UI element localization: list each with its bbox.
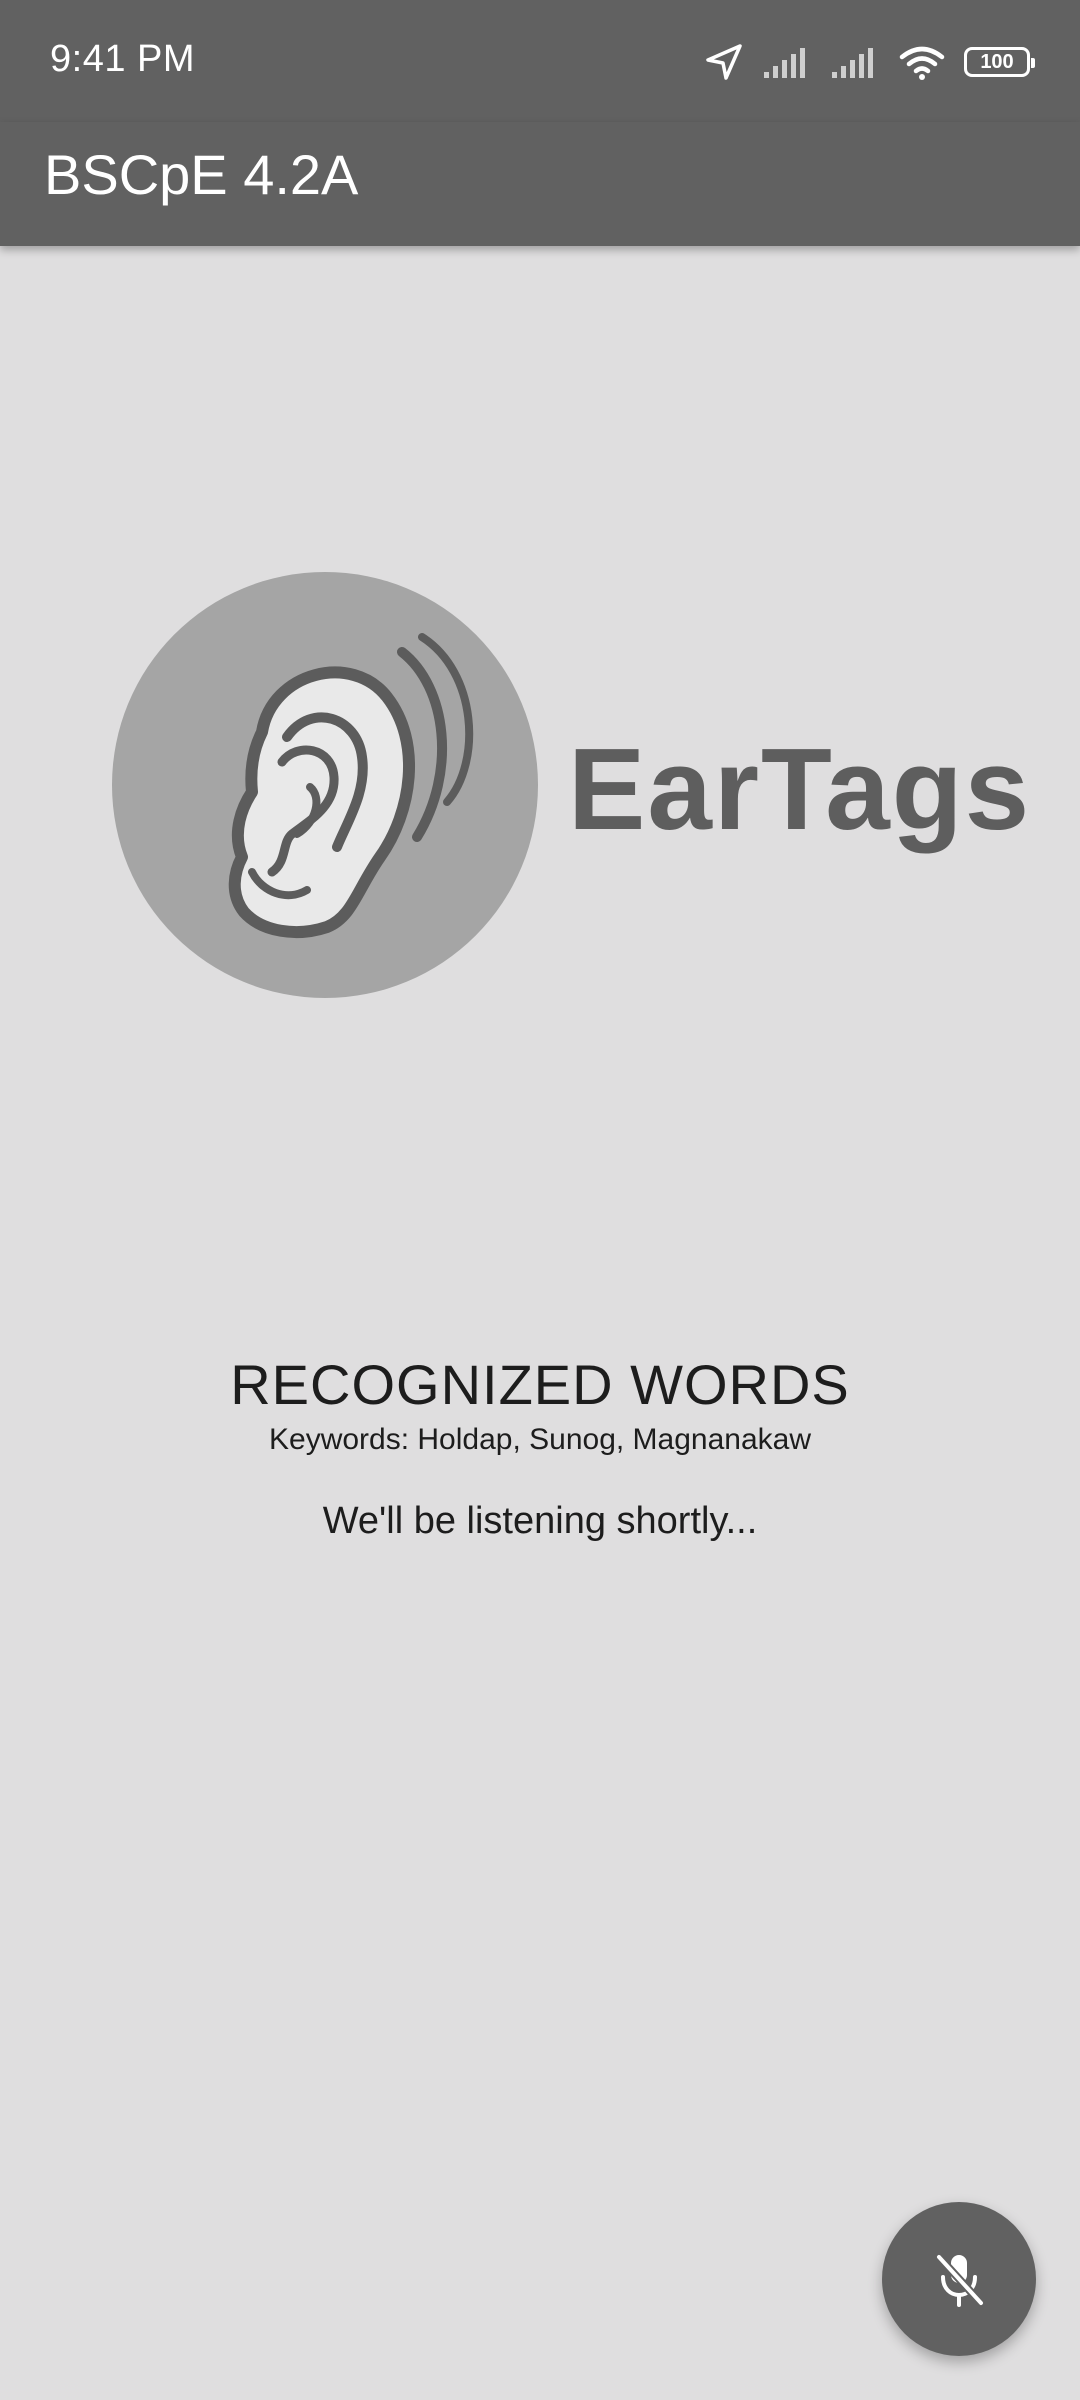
- logo-text: EarTags: [568, 724, 1032, 854]
- logo-circle: [112, 572, 538, 998]
- eartags-logo: EarTags: [112, 572, 1029, 1002]
- ear-icon: [228, 633, 474, 938]
- status-bar: 9:41 PM 100: [0, 0, 1080, 122]
- status-time: 9:41 PM: [50, 38, 196, 80]
- signal-icon: [830, 44, 880, 80]
- app-bar: BSCpE 4.2A: [0, 122, 1080, 246]
- app-title: BSCpE 4.2A: [44, 143, 359, 206]
- signal-icon: [762, 44, 812, 80]
- battery-icon: 100: [964, 47, 1035, 77]
- recognized-words-section: RECOGNIZED WORDS Keywords: Holdap, Sunog…: [0, 1350, 1080, 1546]
- status-icons: 100: [704, 38, 1035, 86]
- battery-level: 100: [980, 50, 1014, 73]
- recognized-words-title: RECOGNIZED WORDS: [230, 1353, 850, 1416]
- mic-toggle-button[interactable]: [882, 2202, 1036, 2356]
- mic-off-icon: [935, 2253, 985, 2307]
- keywords-label: Keywords: Holdap, Sunog, Magnanakaw: [269, 1423, 811, 1456]
- listening-status: We'll be listening shortly...: [322, 1500, 758, 1542]
- location-arrow-icon: [704, 42, 744, 82]
- wifi-icon: [898, 43, 946, 81]
